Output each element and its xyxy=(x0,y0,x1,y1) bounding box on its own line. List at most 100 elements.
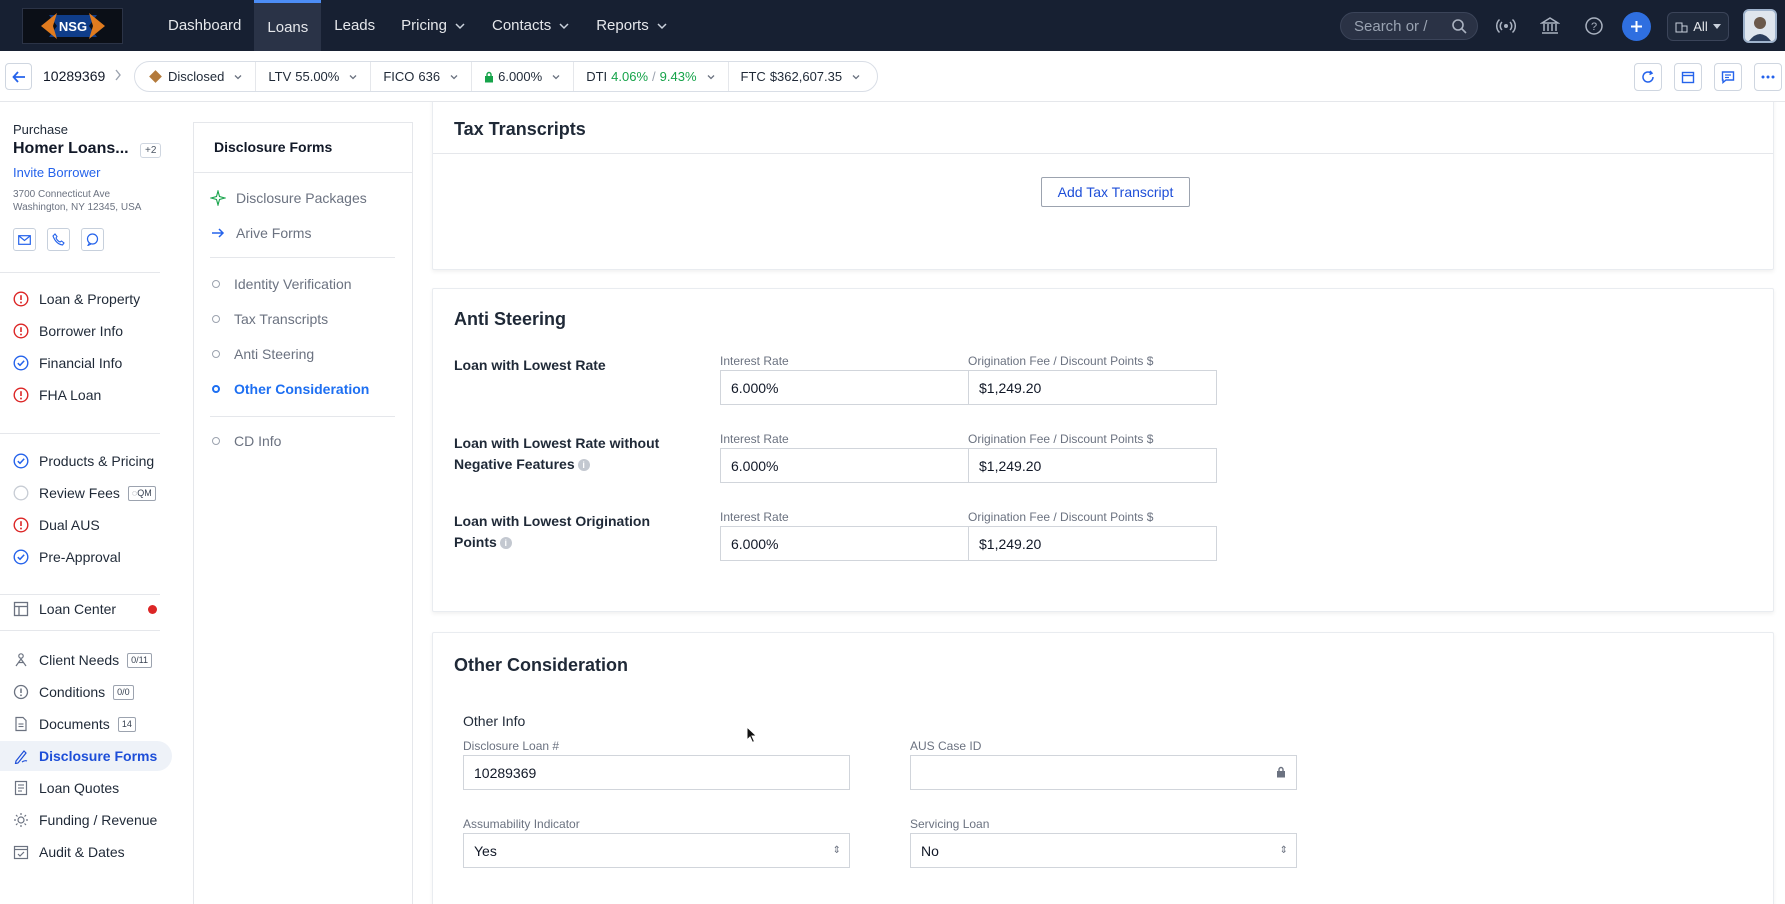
sidebar-item-disclosure-forms[interactable]: Disclosure Forms xyxy=(0,741,172,771)
scope-selector[interactable]: All xyxy=(1667,12,1729,41)
nav-leads[interactable]: Leads xyxy=(321,0,388,51)
circle-icon xyxy=(212,385,220,393)
broadcast-icon[interactable] xyxy=(1494,14,1518,38)
email-button[interactable] xyxy=(13,228,36,251)
loan-metrics-group: Disclosed LTV 55.00% FICO 636 6.000% DTI… xyxy=(134,61,879,92)
info-icon[interactable]: i xyxy=(499,537,512,550)
sidebar-item-documents[interactable]: Documents 14 xyxy=(0,709,172,739)
additional-borrowers-badge[interactable]: +2 xyxy=(140,143,162,158)
divider xyxy=(210,257,395,258)
interest-rate-label: Interest Rate xyxy=(720,432,789,446)
dti-back-value: 9.43% xyxy=(659,69,697,84)
bank-icon[interactable] xyxy=(1538,14,1562,38)
sidebar-item-conditions[interactable]: Conditions 0/0 xyxy=(0,677,172,707)
back-button[interactable] xyxy=(5,63,32,90)
count-badge: 0/0 xyxy=(113,684,134,700)
interest-rate-input[interactable]: 6.000% xyxy=(720,448,969,483)
sidebar-item-funding-revenue[interactable]: Funding / Revenue xyxy=(0,805,172,835)
nav-anti-steering[interactable]: Anti Steering xyxy=(210,342,314,366)
loan-number[interactable]: 10289369 xyxy=(43,68,105,84)
rate-value: 6.000% xyxy=(498,69,543,84)
nav-contacts[interactable]: Contacts xyxy=(479,0,583,51)
fico-pill[interactable]: FICO 636 xyxy=(371,62,473,91)
sparkle-icon xyxy=(210,190,226,206)
nav-cd-info[interactable]: CD Info xyxy=(210,429,281,453)
origination-fee-input[interactable]: $1,249.20 xyxy=(968,526,1217,561)
nav-reports[interactable]: Reports xyxy=(583,0,681,51)
create-new-button[interactable] xyxy=(1622,12,1651,41)
row-label-text: Loan with Lowest Rate xyxy=(454,357,606,373)
refresh-button[interactable] xyxy=(1634,63,1662,91)
origination-fee-input[interactable]: $1,249.20 xyxy=(968,448,1217,483)
nav-label: Arive Forms xyxy=(236,225,312,241)
nav-tax-transcripts[interactable]: Tax Transcripts xyxy=(210,307,328,331)
ftc-label: FTC xyxy=(740,69,766,84)
chevron-down-icon xyxy=(234,74,242,79)
top-navigation-bar: NSG Dashboard Loans Leads Pricing Contacts Re… xyxy=(0,0,1785,51)
nav-disclosure-packages[interactable]: Disclosure Packages xyxy=(210,186,367,210)
disclosure-loan-input[interactable]: 10289369 xyxy=(463,755,850,790)
sidebar-item-borrower-info[interactable]: Borrower Info xyxy=(0,316,172,346)
warning-icon xyxy=(13,517,29,533)
arrow-left-icon xyxy=(11,70,25,83)
sidebar-item-pre-approval[interactable]: Pre-Approval xyxy=(0,542,172,572)
dti-pill[interactable]: DTI 4.06% / 9.43% xyxy=(574,62,729,91)
sidebar-item-loan-property[interactable]: Loan & Property xyxy=(0,284,172,314)
fico-value: 636 xyxy=(418,69,441,84)
interest-rate-value: 6.000% xyxy=(731,457,779,474)
sidebar-item-loan-quotes[interactable]: Loan Quotes xyxy=(0,773,172,803)
add-tax-transcript-button[interactable]: Add Tax Transcript xyxy=(1041,177,1190,207)
aus-case-id-input[interactable] xyxy=(910,755,1297,790)
nsg-logo[interactable]: NSG xyxy=(22,8,123,44)
nav-pricing[interactable]: Pricing xyxy=(388,0,479,51)
borrower-name[interactable]: Homer Loans... xyxy=(13,140,129,158)
search-placeholder: Search or / xyxy=(1354,17,1428,35)
client-needs-icon xyxy=(15,653,27,667)
disclosure-loan-value: 10289369 xyxy=(474,764,537,781)
chevron-right-icon xyxy=(115,69,121,81)
sidebar-item-fha-loan[interactable]: FHA Loan xyxy=(0,380,172,410)
more-options-button[interactable] xyxy=(1754,63,1782,91)
nav-loans[interactable]: Loans xyxy=(254,0,322,51)
message-button[interactable] xyxy=(81,228,104,251)
disclosure-icon xyxy=(14,750,28,764)
sidebar-item-review-fees[interactable]: Review Fees ◌QM xyxy=(0,478,172,508)
sidebar-item-products-pricing[interactable]: Products & Pricing xyxy=(0,446,172,476)
user-avatar[interactable] xyxy=(1743,9,1777,43)
servicing-loan-select[interactable]: No xyxy=(910,833,1297,868)
origination-fee-input[interactable]: $1,249.20 xyxy=(968,370,1217,405)
sidebar-item-loan-center[interactable]: Loan Center xyxy=(0,594,172,624)
nav-arive-forms[interactable]: Arive Forms xyxy=(210,221,311,245)
more-horizontal-icon xyxy=(1761,75,1775,79)
interest-rate-input[interactable]: 6.000% xyxy=(720,526,969,561)
sidebar-item-financial-info[interactable]: Financial Info xyxy=(0,348,172,378)
search-icon xyxy=(1452,19,1467,34)
main-menu: Dashboard Loans Leads Pricing Contacts Report… xyxy=(155,0,681,51)
sidebar-item-client-needs[interactable]: Client Needs 0/11 xyxy=(0,645,172,675)
sidebar-item-label: Loan Center xyxy=(39,601,117,617)
disclosure-loan-label: Disclosure Loan # xyxy=(463,739,560,753)
divider xyxy=(0,272,160,273)
nav-other-consideration[interactable]: Other Consideration xyxy=(210,377,369,401)
chat-button[interactable] xyxy=(1714,63,1742,91)
calendar-button[interactable] xyxy=(1674,63,1702,91)
help-icon[interactable]: ? xyxy=(1582,14,1606,38)
section-title: Anti Steering xyxy=(454,309,567,329)
interest-rate-input[interactable]: 6.000% xyxy=(720,370,969,405)
status-pill[interactable]: Disclosed xyxy=(139,62,257,91)
info-icon[interactable]: i xyxy=(577,459,590,472)
nav-label: Tax Transcripts xyxy=(234,311,329,327)
loan-center-icon xyxy=(13,601,29,617)
ftc-pill[interactable]: FTC $362,607.35 xyxy=(729,62,874,91)
invite-borrower-link[interactable]: Invite Borrower xyxy=(13,165,100,180)
nav-identity-verification[interactable]: Identity Verification xyxy=(210,272,352,296)
interest-rate-label: Interest Rate xyxy=(720,510,789,524)
ltv-pill[interactable]: LTV 55.00% xyxy=(256,62,372,91)
call-button[interactable] xyxy=(47,228,70,251)
rate-lock-pill[interactable]: 6.000% xyxy=(472,62,575,91)
global-search-input[interactable]: Search or / xyxy=(1340,12,1478,40)
sidebar-item-dual-aus[interactable]: Dual AUS xyxy=(0,510,172,540)
sidebar-item-audit-dates[interactable]: Audit & Dates xyxy=(0,837,172,867)
assumability-select[interactable]: Yes xyxy=(463,833,850,868)
nav-dashboard[interactable]: Dashboard xyxy=(155,0,254,51)
